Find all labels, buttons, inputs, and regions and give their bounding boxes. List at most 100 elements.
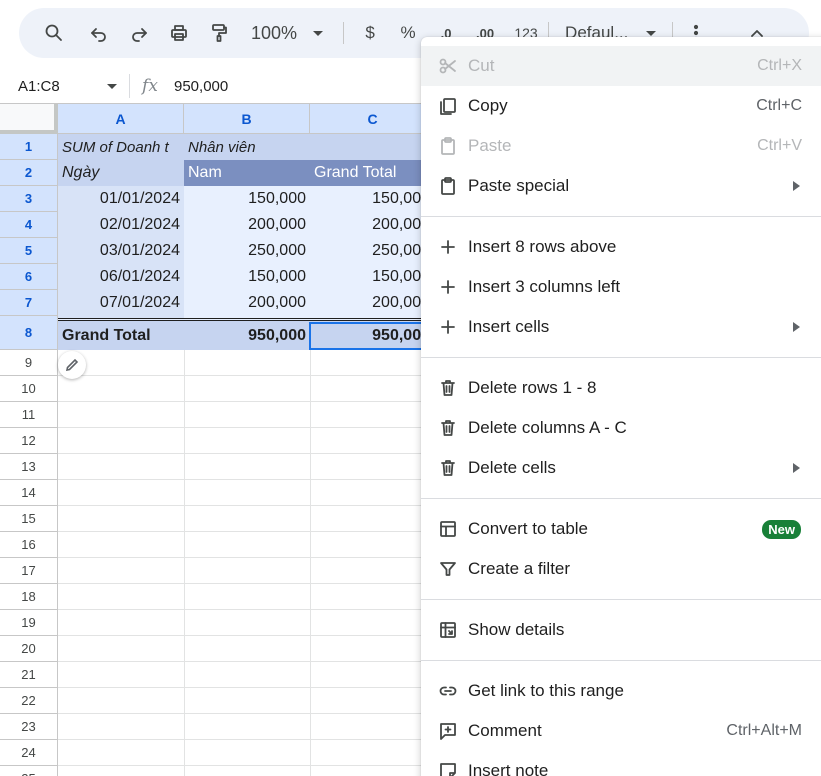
pivot-title-cell-b[interactable]: Nhân viên: [184, 134, 310, 160]
zoom-select[interactable]: 100%: [245, 15, 329, 51]
row-header[interactable]: 10: [0, 376, 58, 402]
pivot-header-cell-b[interactable]: Nam: [184, 160, 310, 186]
menu-item-insert-columns[interactable]: Insert 3 columns left: [421, 267, 821, 307]
row-header[interactable]: 24: [0, 740, 58, 766]
menu-item-insert-note[interactable]: Insert note: [421, 751, 821, 776]
menu-item-paste-special[interactable]: Paste special: [421, 166, 821, 206]
column-header-a[interactable]: A: [58, 104, 184, 134]
grand-total-b[interactable]: 950,000: [184, 323, 310, 349]
pivot-data-cell[interactable]: 250,000: [184, 238, 310, 264]
name-box-value: A1:C8: [18, 77, 60, 95]
submenu-arrow-icon: [793, 463, 800, 473]
menu-label: Copy: [468, 96, 508, 115]
menu-item-comment[interactable]: Comment Ctrl+Alt+M: [421, 711, 821, 751]
chevron-down-icon: [646, 30, 657, 36]
pivot-data-cell[interactable]: 07/01/2024: [58, 290, 184, 316]
row-header[interactable]: 2: [0, 160, 58, 186]
context-menu: Cut Ctrl+X Copy Ctrl+C Paste Ctrl+V Past…: [421, 37, 821, 776]
row-header[interactable]: 9: [0, 350, 58, 376]
row-header[interactable]: 18: [0, 584, 58, 610]
row-header[interactable]: 15: [0, 506, 58, 532]
menu-item-delete-columns[interactable]: Delete columns A - C: [421, 408, 821, 448]
formula-input[interactable]: 950,000: [170, 78, 228, 95]
row-header[interactable]: 25: [0, 766, 58, 776]
fx-icon: fx: [142, 76, 158, 96]
name-box[interactable]: A1:C8: [0, 74, 130, 98]
row-header[interactable]: 8: [0, 316, 58, 350]
row-header[interactable]: 3: [0, 186, 58, 212]
pivot-data-cell[interactable]: 150,000: [184, 264, 310, 290]
row-gridline: [58, 531, 421, 532]
row-header[interactable]: 11: [0, 402, 58, 428]
select-all-corner[interactable]: [0, 104, 58, 134]
pivot-data-cell[interactable]: 200,000: [310, 290, 434, 316]
search-icon[interactable]: [37, 15, 71, 51]
pivot-data-cell[interactable]: 150,000: [310, 264, 434, 290]
chevron-down-icon: [107, 83, 117, 89]
menu-item-copy[interactable]: Copy Ctrl+C: [421, 86, 821, 126]
pivot-data-cell[interactable]: 200,000: [184, 212, 310, 238]
spreadsheet-app: 100% $ % .0 .00 123 Defaul... A1:C8 fx 9…: [0, 0, 821, 776]
row-gridline: [58, 479, 421, 480]
pivot-header-cell-a[interactable]: Ngày: [58, 160, 184, 186]
grand-total-label[interactable]: Grand Total: [58, 323, 184, 349]
redo-icon[interactable]: [119, 15, 159, 51]
row-header[interactable]: 16: [0, 532, 58, 558]
row-header[interactable]: 5: [0, 238, 58, 264]
row-header[interactable]: 14: [0, 480, 58, 506]
menu-item-delete-rows[interactable]: Delete rows 1 - 8: [421, 368, 821, 408]
menu-item-paste[interactable]: Paste Ctrl+V: [421, 126, 821, 166]
row-gridline: [58, 609, 421, 610]
row-header[interactable]: 13: [0, 454, 58, 480]
pivot-data-cell[interactable]: 200,000: [310, 212, 434, 238]
print-icon[interactable]: [159, 15, 199, 51]
menu-divider: [421, 660, 821, 661]
menu-item-get-link[interactable]: Get link to this range: [421, 671, 821, 711]
column-header-c[interactable]: C: [310, 104, 436, 134]
menu-item-insert-cells[interactable]: Insert cells: [421, 307, 821, 347]
menu-item-cut[interactable]: Cut Ctrl+X: [421, 46, 821, 86]
pivot-data-cell[interactable]: 03/01/2024: [58, 238, 184, 264]
trash-icon: [438, 458, 458, 478]
submenu-arrow-icon: [793, 322, 800, 332]
note-icon: [438, 761, 458, 776]
menu-item-show-details[interactable]: Show details: [421, 610, 821, 650]
pivot-data-cell[interactable]: 02/01/2024: [58, 212, 184, 238]
paint-format-icon[interactable]: [199, 15, 239, 51]
add-comment-icon: [438, 721, 458, 741]
row-header[interactable]: 22: [0, 688, 58, 714]
pivot-data-cell[interactable]: 250,000: [310, 238, 434, 264]
row-header[interactable]: 4: [0, 212, 58, 238]
pivot-title-cell[interactable]: SUM of Doanh t: [58, 134, 184, 160]
pivot-data-cell[interactable]: 01/01/2024: [58, 186, 184, 212]
undo-icon[interactable]: [79, 15, 119, 51]
edit-pivot-button[interactable]: [58, 351, 86, 379]
menu-item-convert-to-table[interactable]: Convert to table New: [421, 509, 821, 549]
menu-label: Delete columns A - C: [468, 418, 627, 437]
menu-label: Create a filter: [468, 559, 571, 578]
percent-label: %: [400, 23, 416, 42]
currency-format-button[interactable]: $: [352, 15, 388, 51]
row-gridline: [58, 765, 421, 766]
pivot-data-cell[interactable]: 200,000: [184, 290, 310, 316]
row-header[interactable]: 12: [0, 428, 58, 454]
column-header-b[interactable]: B: [184, 104, 310, 134]
toolbar-divider: [343, 22, 345, 44]
pivot-data-cell[interactable]: 06/01/2024: [58, 264, 184, 290]
row-header[interactable]: 6: [0, 264, 58, 290]
menu-item-insert-rows[interactable]: Insert 8 rows above: [421, 227, 821, 267]
trash-icon: [438, 418, 458, 438]
row-gridline: [58, 453, 421, 454]
menu-item-delete-cells[interactable]: Delete cells: [421, 448, 821, 488]
row-header[interactable]: 1: [0, 134, 58, 160]
row-header[interactable]: 21: [0, 662, 58, 688]
pivot-data-cell[interactable]: 150,000: [184, 186, 310, 212]
pivot-header-cell-c[interactable]: Grand Total: [310, 160, 436, 186]
row-header[interactable]: 23: [0, 714, 58, 740]
row-header[interactable]: 19: [0, 610, 58, 636]
row-header[interactable]: 17: [0, 558, 58, 584]
pivot-data-cell[interactable]: 150,000: [310, 186, 434, 212]
row-header[interactable]: 7: [0, 290, 58, 316]
row-header[interactable]: 20: [0, 636, 58, 662]
menu-item-create-filter[interactable]: Create a filter: [421, 549, 821, 589]
